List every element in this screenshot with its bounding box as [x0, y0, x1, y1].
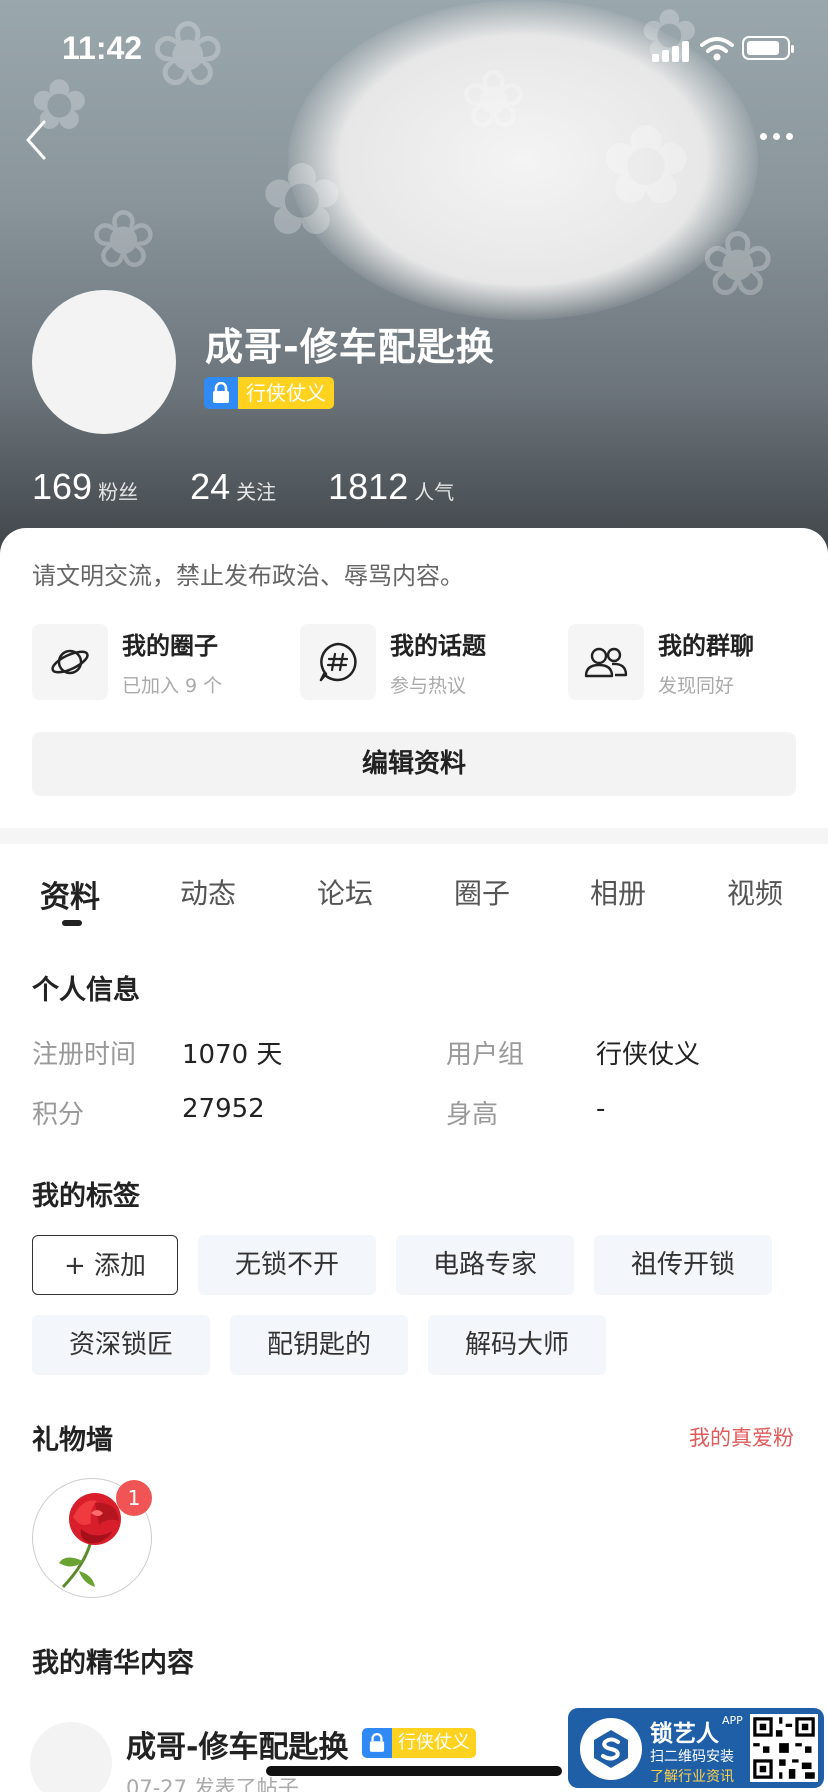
edit-profile-button[interactable]: 编辑资料 [32, 732, 796, 796]
shortcut-subtitle: 参与热议 [390, 675, 467, 697]
rank-label: 行侠仗义 [238, 377, 334, 409]
shortcuts: 我的圈子 已加入 9 个 我的话题 参与热议 我的群聊 发现同好 [32, 624, 812, 700]
height-label: 身高 [446, 1100, 499, 1130]
app-logo-icon [580, 1718, 642, 1780]
post-author-name[interactable]: 成哥-修车配匙换 [126, 1722, 348, 1766]
wifi-icon [700, 37, 734, 61]
profile-stats: 169 粉丝 24 关注 1812 人气 [32, 466, 506, 508]
shortcut-my-circles[interactable]: 我的圈子 已加入 9 个 [32, 624, 222, 700]
flower-decoration: ✿ [260, 141, 344, 258]
gift-count-badge: 1 [116, 1480, 152, 1516]
shortcut-subtitle: 发现同好 [658, 675, 735, 697]
shortcut-subtitle: 已加入 9 个 [122, 675, 223, 697]
stat-following[interactable]: 24 关注 [190, 466, 276, 508]
tab-indicator [62, 920, 82, 926]
tab-forum[interactable]: 论坛 [317, 872, 373, 912]
more-options-button[interactable] [760, 126, 800, 146]
notice-text: 请文明交流，禁止发布政治、辱骂内容。 [32, 562, 464, 590]
status-time: 11:42 [62, 30, 143, 66]
rank-badge: 行侠仗义 [204, 377, 334, 409]
watermark-app-tag: APP [722, 1714, 743, 1727]
profile-header: ✿ ❀ ✿ ❀ ✿ ❀ ❀ ✿ 11:42 成哥-修车配匙换 行侠仗义 169 … [0, 0, 828, 560]
shortcut-title: 我的圈子 [122, 632, 218, 660]
shortcut-title: 我的群聊 [658, 632, 754, 660]
watermark-title: 锁艺人 [650, 1721, 719, 1747]
height-value: - [596, 1094, 606, 1124]
true-fans-link[interactable]: 我的真爱粉 [689, 1422, 794, 1452]
tag-item[interactable]: 无锁不开 [198, 1235, 376, 1295]
stat-value: 1812 [328, 466, 409, 507]
stat-value: 169 [32, 466, 93, 507]
app-watermark: 锁艺人 APP 扫二维码安装 了解行业资讯 [568, 1708, 824, 1788]
profile-tabs: 资料 动态 论坛 圈子 相册 视频 [0, 862, 828, 932]
gift-wall-title: 礼物墙 [32, 1425, 113, 1456]
planet-icon [32, 624, 108, 700]
stat-popularity: 1812 人气 [328, 466, 454, 508]
signal-icon [652, 40, 692, 62]
add-tag-button[interactable]: + 添加 [32, 1235, 178, 1295]
post-rank-label: 行侠仗义 [392, 1728, 476, 1758]
flower-decoration: ❀ [90, 193, 158, 286]
stat-value: 24 [190, 466, 231, 507]
shortcut-my-topics[interactable]: 我的话题 参与热议 [300, 624, 486, 700]
section-divider [0, 828, 828, 844]
hashtag-icon [300, 624, 376, 700]
back-button[interactable] [22, 118, 52, 162]
home-indicator [266, 1766, 562, 1776]
flower-decoration: ❀ [700, 212, 776, 317]
user-group-label: 用户组 [446, 1040, 525, 1070]
stat-fans[interactable]: 169 粉丝 [32, 466, 138, 508]
qr-code-icon [750, 1714, 818, 1782]
stat-label: 粉丝 [98, 480, 139, 504]
watermark-line2: 了解行业资讯 [650, 1769, 734, 1785]
shortcut-title: 我的话题 [390, 632, 486, 660]
stat-label: 关注 [236, 480, 277, 504]
tags-title: 我的标签 [32, 1181, 140, 1212]
register-time-value: 1070 天 [182, 1040, 283, 1070]
avatar[interactable] [32, 290, 176, 434]
post-author-avatar[interactable] [30, 1722, 112, 1792]
profile-name: 成哥-修车配匙换 [205, 325, 495, 369]
tag-item[interactable]: 解码大师 [428, 1315, 606, 1375]
watermark-line1: 扫二维码安装 [650, 1749, 734, 1765]
shortcut-my-groups[interactable]: 我的群聊 发现同好 [568, 624, 754, 700]
tag-item[interactable]: 电路专家 [396, 1235, 574, 1295]
register-time-label: 注册时间 [32, 1040, 137, 1070]
tag-item[interactable]: 配钥匙的 [230, 1315, 408, 1375]
tab-circles[interactable]: 圈子 [454, 872, 510, 912]
tab-activity[interactable]: 动态 [180, 872, 236, 912]
tab-profile[interactable]: 资料 [40, 872, 100, 916]
points-value: 27952 [182, 1094, 265, 1124]
battery-icon [742, 36, 794, 60]
flower-decoration: ✿ [600, 101, 693, 229]
tab-album[interactable]: 相册 [590, 872, 646, 912]
personal-info-title: 个人信息 [32, 975, 140, 1006]
tag-item[interactable]: 资深锁匠 [32, 1315, 210, 1375]
stat-label: 人气 [414, 480, 455, 504]
points-label: 积分 [32, 1100, 85, 1130]
lock-icon [204, 377, 238, 409]
status-bar: 11:42 [0, 0, 828, 100]
profile-card: 请文明交流，禁止发布政治、辱骂内容。 我的圈子 已加入 9 个 我的话题 参与热… [0, 528, 828, 828]
user-group-value: 行侠仗义 [596, 1040, 701, 1070]
lock-icon [362, 1728, 392, 1758]
highlights-title: 我的精华内容 [32, 1648, 194, 1679]
tab-video[interactable]: 视频 [727, 872, 783, 912]
tag-item[interactable]: 祖传开锁 [594, 1235, 772, 1295]
post-rank-badge: 行侠仗义 [362, 1728, 476, 1758]
group-icon [568, 624, 644, 700]
